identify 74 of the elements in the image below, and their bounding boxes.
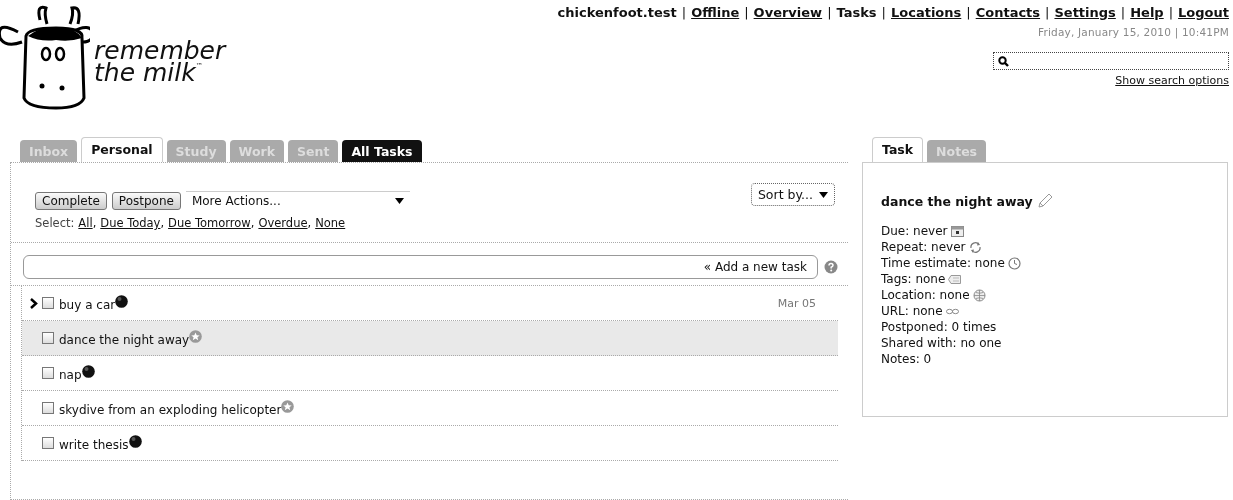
task-name: write thesis [59,437,129,452]
date-time: Friday, January 15, 2010 | 10:41PM [1037,26,1229,38]
field-text: Location: none [881,287,970,303]
separator: | [681,5,687,20]
logo-text: the milk [94,62,196,84]
nav-link[interactable]: Logout [1178,5,1229,20]
nav-link[interactable]: Settings [1054,5,1116,20]
select-link[interactable]: All [78,216,93,230]
logo-text: remember [94,40,226,62]
task-row[interactable]: write thesis [22,426,838,461]
separator: , [160,216,165,230]
separator: | [881,5,886,20]
task-title: dance the night away [881,193,1033,209]
nav-label: chickenfoot.test [557,5,677,20]
nav-link[interactable]: Contacts [975,5,1041,20]
select-link[interactable]: Overdue [258,216,308,230]
task-name: dance the night away [59,332,190,347]
nav-link[interactable]: Help [1130,5,1164,20]
nav-label: Tasks [836,5,877,20]
add-task-field[interactable]: « Add a new task [23,255,818,279]
separator: , [250,216,255,230]
field-text: Time estimate: none [881,255,1005,271]
task-name: skydive from an exploding helicopter [59,402,282,417]
separator: | [827,5,832,20]
field-text: Repeat: never [881,239,966,255]
separator: | [1168,5,1174,20]
field-text: URL: none [881,303,943,319]
separator: , [307,216,312,230]
nav-link[interactable]: Locations [891,5,962,20]
select-label: Select: [35,216,75,230]
select-link[interactable]: Due Today [100,216,161,230]
separator: | [1045,5,1050,20]
checkbox[interactable] [42,367,54,379]
field-text: Due: never [881,223,948,239]
nav-link[interactable]: Overview [753,5,823,20]
search-icon [998,55,1009,67]
task-row[interactable]: nap [22,356,838,391]
search-field[interactable] [993,52,1229,70]
caret-icon [819,191,828,198]
checkbox[interactable] [42,437,54,449]
separator: , [92,216,97,230]
field-text: Shared with: no one [881,335,1002,351]
task-name: buy a car [59,297,116,312]
help-icon [824,260,838,274]
field-text: Postponed: 0 times [881,319,997,335]
checkbox[interactable] [42,332,54,344]
search-options-link[interactable]: Show search options [1115,74,1229,87]
tag-icon [948,272,962,286]
calendar-icon [950,224,964,238]
globe-icon [972,288,986,302]
checkbox[interactable] [42,297,54,309]
task-row[interactable]: skydive from an exploding helicopter [22,391,838,426]
task-name: nap [59,367,82,382]
separator: | [1120,5,1126,20]
select-link[interactable]: None [315,216,346,230]
action-button[interactable]: Postpone [111,191,181,210]
due-date: Mar 05 [777,296,816,310]
separator: | [966,5,971,20]
action-button[interactable]: Complete [35,191,107,210]
clock-icon [1007,256,1021,270]
nav-link[interactable]: Offline [691,5,740,20]
field-text: Notes: 0 [881,351,932,367]
task-row[interactable]: dance the night away [22,321,838,356]
tab[interactable]: Task [872,137,924,162]
more-actions-dropdown[interactable]: More Actions... [185,191,410,210]
caret-icon [394,198,404,204]
tab[interactable]: Personal [81,137,163,162]
pencil-icon [1036,193,1053,209]
separator: | [744,5,749,20]
field-text: Tags: none [881,271,946,287]
tab[interactable]: All Tasks [342,140,422,162]
select-link[interactable]: Due Tomorrow [168,216,251,230]
repeat-icon [968,240,982,254]
checkbox[interactable] [42,402,54,414]
